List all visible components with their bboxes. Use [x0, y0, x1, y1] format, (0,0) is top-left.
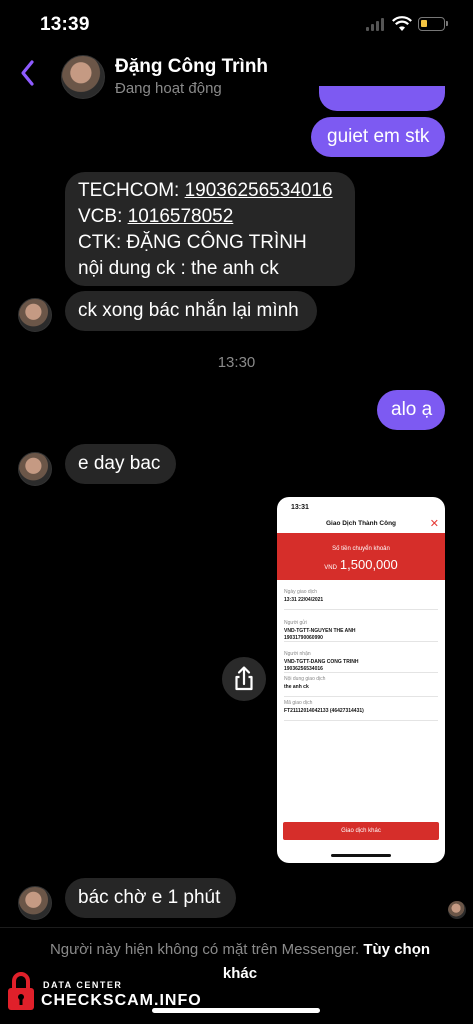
contact-status: Đang hoạt động: [115, 80, 222, 97]
image-title: Giao Dịch Thành Công: [325, 520, 397, 527]
incoming-message[interactable]: bác chờ e 1 phút: [65, 878, 236, 918]
battery-icon: [418, 17, 448, 31]
account-number-link[interactable]: 1016578052: [128, 206, 234, 227]
contact-avatar[interactable]: [61, 55, 105, 99]
image-status-time: 13:31: [291, 504, 309, 511]
message-text: guiet em stk: [327, 126, 430, 147]
message-text: alo ạ: [391, 399, 433, 420]
contact-name[interactable]: Đặng Công Trình: [115, 56, 268, 78]
amount-label: Số tiền chuyển khoản: [332, 546, 390, 552]
shared-image[interactable]: 13:31 Giao Dịch Thành Công ✕ Số tiền chu…: [277, 497, 445, 863]
sender-avatar[interactable]: [18, 452, 52, 486]
message-line: nội dung ck : the anh ck: [78, 258, 279, 279]
sender-avatar[interactable]: [18, 298, 52, 332]
detail-row: Người gửi VND-TGTT-NGUYEN THE ANH 1903179…: [284, 614, 438, 642]
chevron-left-icon: [21, 60, 34, 86]
other-transaction-button: Giao dịch khác: [283, 822, 439, 840]
outgoing-message[interactable]: alo ạ: [377, 390, 445, 430]
share-button[interactable]: [222, 657, 266, 701]
incoming-message[interactable]: e day bac: [65, 444, 176, 484]
sender-avatar[interactable]: [18, 886, 52, 920]
detail-row: Nội dung giao dịch the anh ck: [284, 676, 438, 697]
unavailable-text: Người này hiện không có mặt trên Messeng…: [49, 941, 360, 958]
share-icon: [235, 666, 253, 691]
lock-icon: [8, 972, 34, 1010]
message-text: ck xong bác nhắn lại mình: [78, 300, 299, 321]
incoming-message[interactable]: ck xong bác nhắn lại mình: [65, 291, 317, 331]
message-text: bác chờ e 1 phút: [78, 887, 221, 908]
message-line: CTK: ĐẶNG CÔNG TRÌNH: [78, 232, 307, 253]
seen-avatar: [448, 901, 466, 919]
watermark-subtitle: DATA CENTER: [43, 980, 123, 990]
cellular-signal-icon: [366, 18, 386, 31]
outgoing-message[interactable]: guiet em stk: [311, 117, 445, 157]
wifi-icon: [392, 16, 412, 31]
divider: [0, 927, 473, 928]
unavailable-notice: Người này hiện không có mặt trên Messeng…: [40, 938, 440, 986]
detail-row: Người nhận VND-TGTT-DANG CONG TRINH 19036…: [284, 645, 438, 673]
message-line: VCB: 1016578052: [78, 206, 234, 227]
close-icon: ✕: [429, 518, 439, 530]
message-line: TECHCOM: 19036256534016: [78, 180, 333, 201]
account-number-link[interactable]: 19036256534016: [185, 180, 333, 201]
image-home-indicator: [331, 854, 391, 857]
detail-row: Ngày giao dịch 13:31 22/04/2021: [284, 589, 438, 610]
currency-label: VND: [324, 565, 337, 571]
message-text: e day bac: [78, 453, 161, 474]
status-time: 13:39: [40, 14, 90, 35]
amount-value: 1,500,000: [339, 557, 398, 572]
amount-banner: Số tiền chuyển khoản VND 1,500,000: [277, 533, 445, 580]
back-button[interactable]: [18, 58, 48, 92]
incoming-message[interactable]: TECHCOM: 19036256534016 VCB: 1016578052 …: [65, 172, 355, 286]
detail-row: Mã giao dịch FT21112014042133 (4642731443…: [284, 700, 438, 721]
home-indicator: [152, 1008, 320, 1013]
outgoing-message-partial[interactable]: [319, 86, 445, 111]
message-timestamp: 13:30: [217, 354, 256, 371]
